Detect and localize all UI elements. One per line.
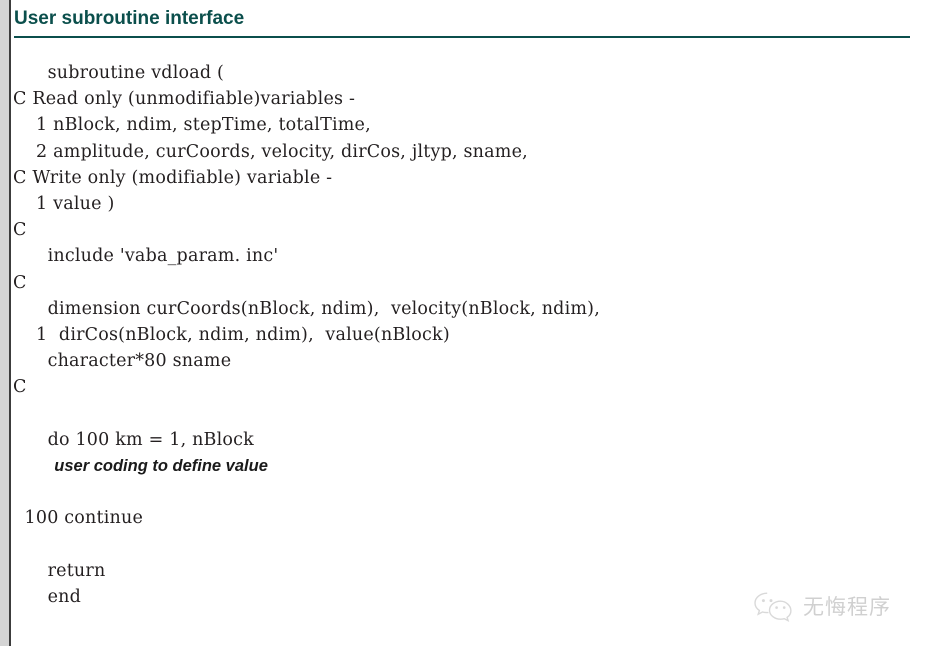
code-line: character*80 sname <box>13 351 232 372</box>
code-line: 1 value ) <box>13 193 115 214</box>
code-line: C Read only (unmodifiable)variables - <box>13 89 356 110</box>
watermark: 无悔程序 <box>752 586 914 626</box>
watermark-text: 无悔程序 <box>803 595 891 619</box>
code-note-line: user coding to define value <box>13 456 268 475</box>
code-block: subroutine vdload ( C Read only (unmodifi… <box>13 60 918 610</box>
page-title: User subroutine interface <box>14 8 245 29</box>
code-line: do 100 km = 1, nBlock <box>13 429 254 450</box>
code-line: 1 dirCos(nBlock, ndim, ndim), value(nBlo… <box>13 324 450 345</box>
code-line: C <box>13 377 27 398</box>
code-line: C <box>13 272 27 293</box>
header: User subroutine interface <box>14 7 912 38</box>
code-line: 2 amplitude, curCoords, velocity, dirCos… <box>13 141 528 162</box>
code-line: 100 continue <box>13 508 144 529</box>
wechat-logo-icon <box>754 592 792 622</box>
code-line: C <box>13 220 27 241</box>
header-divider <box>14 36 910 38</box>
code-line: C Write only (modifiable) variable - <box>13 167 333 188</box>
code-line: return <box>13 560 106 581</box>
code-line: 1 nBlock, ndim, stepTime, totalTime, <box>13 115 371 136</box>
code-line: include 'vaba_param. inc' <box>13 246 279 267</box>
left-gutter-band <box>0 0 9 646</box>
code-line: dimension curCoords(nBlock, ndim), veloc… <box>13 298 600 319</box>
code-line: subroutine vdload ( <box>13 63 225 83</box>
left-margin-rule <box>9 0 11 646</box>
page-container: User subroutine interface subroutine vdl… <box>0 0 926 646</box>
